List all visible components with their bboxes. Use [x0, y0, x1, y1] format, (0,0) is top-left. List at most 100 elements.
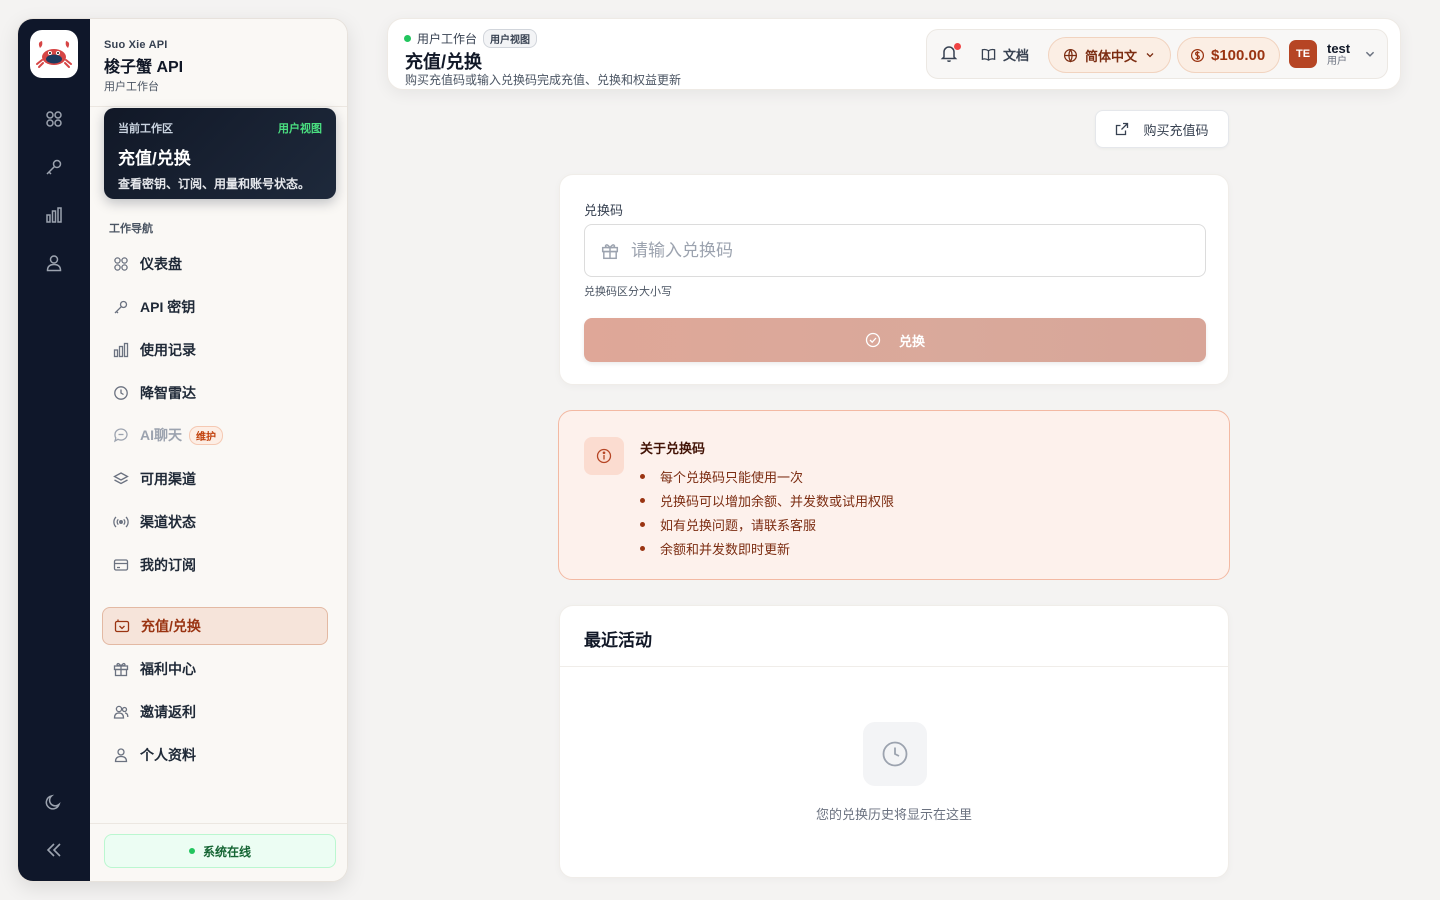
language-label: 简体中文 — [1085, 48, 1138, 64]
layers-icon — [112, 470, 130, 488]
signal-icon — [112, 513, 130, 531]
sidebar-panel: Suo Xie API 梭子蟹 API 用户工作台 当前工作区 用户视图 充值/… — [90, 19, 347, 881]
system-status-badge: 系统在线 — [104, 834, 336, 868]
breadcrumb: 用户工作台 用户视图 — [404, 29, 538, 48]
book-icon — [981, 48, 996, 61]
sidebar-item-welfare[interactable]: 福利中心 — [102, 650, 328, 688]
sidebar-item-recharge[interactable]: 充值/兑换 — [102, 607, 328, 645]
redeem-button[interactable]: 兑换 — [584, 318, 1206, 362]
view-chip: 用户视图 — [483, 29, 538, 48]
app-logo[interactable] — [30, 30, 78, 78]
workspace-title: 充值/兑换 — [118, 149, 191, 168]
check-circle-icon — [865, 332, 881, 348]
sidebar-item-channels[interactable]: 可用渠道 — [102, 460, 328, 498]
sidebar-item-profile[interactable]: 个人资料 — [102, 736, 328, 774]
users-icon — [112, 703, 130, 721]
info-icon — [584, 437, 624, 475]
brand-block: Suo Xie API 梭子蟹 API 用户工作台 — [90, 19, 347, 107]
redeem-button-label: 兑换 — [898, 333, 925, 349]
redeem-code-label: 兑换码 — [584, 203, 624, 218]
chat-icon — [112, 426, 130, 444]
sidebar-rail — [18, 19, 90, 881]
sidebar-item-radar[interactable]: 降智雷达 — [102, 374, 328, 412]
grid-icon — [112, 255, 130, 273]
sidebar-item-invite[interactable]: 邀请返利 — [102, 693, 328, 731]
brand-name: 梭子蟹 API — [104, 59, 184, 76]
crab-logo-icon — [36, 41, 72, 68]
sidebar-item-label: 可用渠道 — [140, 471, 196, 487]
docs-label: 文档 — [1003, 48, 1030, 63]
clock-icon — [863, 722, 927, 786]
sidebar-item-dashboard[interactable]: 仪表盘 — [102, 245, 328, 283]
workspace-desc: 查看密钥、订阅、用量和账号状态。 — [118, 177, 311, 191]
redeem-code-field[interactable] — [584, 224, 1206, 277]
sidebar-item-label: 福利中心 — [140, 661, 196, 677]
sidebar-item-label: AI聊天 — [140, 427, 182, 443]
balance-value: $100.00 — [1211, 46, 1266, 64]
rail-dashboard-icon[interactable] — [42, 107, 66, 131]
redeem-hint: 兑换码区分大小写 — [584, 286, 672, 298]
sidebar-item-ai-chat[interactable]: AI聊天 维护 — [102, 416, 328, 454]
online-dot-icon — [404, 35, 411, 42]
sidebar-item-label: API 密钥 — [140, 299, 196, 315]
sidebar-item-label: 充值/兑换 — [141, 618, 201, 634]
page-subtitle: 购买充值码或输入兑换码完成充值、兑换和权益更新 — [405, 73, 682, 87]
sidebar-item-label: 邀请返利 — [140, 704, 196, 720]
workspace-tag: 用户视图 — [278, 123, 322, 135]
chevron-down-icon — [1366, 51, 1375, 57]
sidebar-item-usage[interactable]: 使用记录 — [102, 331, 328, 369]
brand-en: Suo Xie API — [104, 39, 168, 51]
chevron-down-icon — [1146, 53, 1154, 58]
user-info: test 用户 — [1327, 42, 1350, 67]
nav-heading: 工作导航 — [109, 223, 153, 235]
header-toolbar: 文档 简体中文 $100.00 TE test 用户 — [926, 29, 1388, 79]
gift-icon — [601, 243, 619, 259]
online-dot-icon — [188, 848, 195, 854]
sidebar-item-channel-status[interactable]: 渠道状态 — [102, 503, 328, 541]
recent-activity-card: 最近活动 您的兑换历史将显示在这里 — [559, 605, 1229, 878]
buy-button-label: 购买充值码 — [1143, 122, 1209, 138]
external-link-icon — [1116, 122, 1129, 136]
recent-title: 最近活动 — [584, 631, 652, 650]
balance-pill[interactable]: $100.00 — [1177, 37, 1280, 73]
breadcrumb-text: 用户工作台 — [417, 32, 478, 46]
redeem-card: 兑换码 兑换码区分大小写 兑换 — [559, 174, 1229, 385]
sidebar-item-label: 使用记录 — [140, 342, 196, 358]
about-title: 关于兑换码 — [640, 441, 706, 456]
sidebar: Suo Xie API 梭子蟹 API 用户工作台 当前工作区 用户视图 充值/… — [17, 18, 348, 882]
rail-key-icon[interactable] — [42, 155, 66, 179]
workspace-card: 当前工作区 用户视图 充值/兑换 查看密钥、订阅、用量和账号状态。 — [104, 108, 336, 199]
empty-state-text: 您的兑换历史将显示在这里 — [815, 807, 972, 822]
list-item: 如有兑换问题，请联系客服 — [640, 512, 894, 536]
globe-icon — [1063, 48, 1078, 63]
gift-icon — [112, 660, 130, 678]
notification-bell-icon[interactable] — [939, 43, 961, 65]
list-item: 兑换码可以增加余额、并发数或试用权限 — [640, 488, 894, 512]
redeem-code-input[interactable] — [631, 240, 1191, 261]
top-header: 用户工作台 用户视图 充值/兑换 购买充值码或输入兑换码完成充值、兑换和权益更新… — [387, 18, 1401, 90]
buy-recharge-code-button[interactable]: 购买充值码 — [1095, 110, 1229, 148]
language-selector[interactable]: 简体中文 — [1048, 37, 1171, 73]
user-menu[interactable]: TE test 用户 — [1289, 40, 1376, 68]
card-icon — [112, 556, 130, 574]
about-redeem-panel: 关于兑换码 每个兑换码只能使用一次 兑换码可以增加余额、并发数或试用权限 如有兑… — [558, 410, 1230, 580]
user-role: 用户 — [1327, 55, 1347, 67]
rail-chart-icon[interactable] — [42, 203, 66, 227]
system-status-text: 系统在线 — [202, 844, 251, 859]
list-item: 余额和并发数即时更新 — [640, 536, 894, 560]
sidebar-item-subscription[interactable]: 我的订阅 — [102, 546, 328, 584]
sidebar-item-api-keys[interactable]: API 密钥 — [102, 288, 328, 326]
dollar-coin-icon — [1190, 48, 1205, 62]
rail-user-icon[interactable] — [42, 251, 66, 275]
notification-dot — [954, 43, 961, 50]
sidebar-item-label: 我的订阅 — [140, 557, 196, 573]
avatar: TE — [1289, 40, 1317, 68]
username: test — [1327, 40, 1351, 56]
user-icon — [112, 746, 130, 764]
bar-chart-icon — [112, 341, 130, 359]
docs-link[interactable]: 文档 — [981, 45, 1029, 64]
theme-moon-icon[interactable] — [42, 790, 66, 814]
sidebar-item-label: 仪表盘 — [140, 256, 182, 272]
key-icon — [112, 298, 130, 316]
collapse-sidebar-icon[interactable] — [42, 838, 66, 862]
